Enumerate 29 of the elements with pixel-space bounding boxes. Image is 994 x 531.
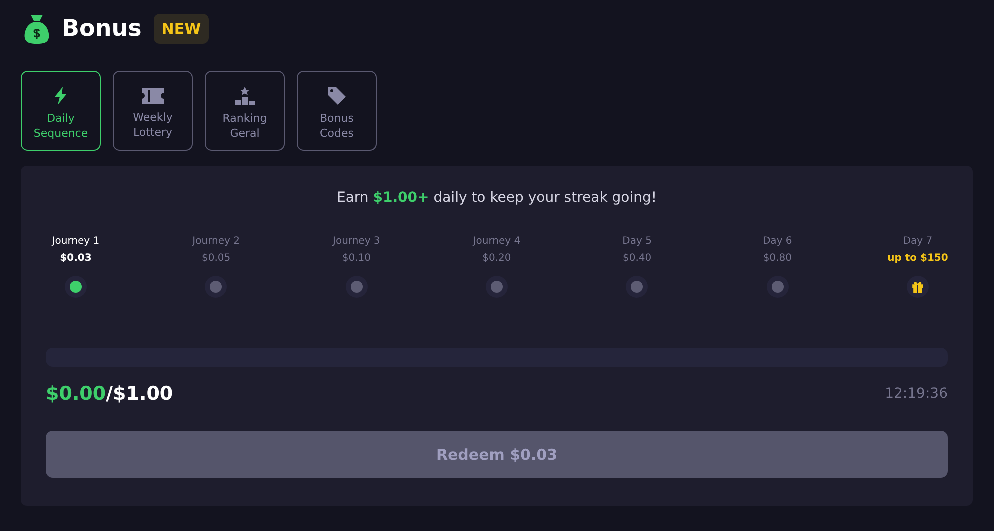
podium-icon bbox=[235, 87, 255, 105]
step-amount: $0.10 bbox=[342, 253, 371, 264]
step-label: Day 7 bbox=[903, 236, 933, 247]
step-label: Journey 2 bbox=[192, 236, 240, 247]
step-label: Day 6 bbox=[762, 236, 792, 247]
step-label: Journey 3 bbox=[333, 236, 380, 247]
new-badge: NEW bbox=[154, 14, 210, 44]
page-title: Bonus bbox=[62, 16, 142, 42]
goal-amount: /$1.00 bbox=[106, 383, 174, 405]
lightning-icon bbox=[54, 87, 68, 105]
step-amount: $0.40 bbox=[622, 253, 652, 264]
countdown-timer: 12:19:36 bbox=[885, 386, 948, 402]
streak-headline: Earn $1.00+ daily to keep your streak going! bbox=[336, 190, 658, 206]
step-amount: $0.03 bbox=[60, 253, 92, 264]
step-amount: up to $150 bbox=[888, 253, 948, 264]
step-amount: $0.05 bbox=[202, 253, 231, 264]
step-amount: $0.80 bbox=[763, 253, 792, 264]
step-label: Day 5 bbox=[622, 236, 652, 247]
ticket-icon bbox=[142, 88, 164, 104]
tab[interactable]: Bonus Codes bbox=[297, 71, 377, 151]
tab[interactable]: Weekly Lottery bbox=[113, 71, 193, 151]
tag-icon bbox=[328, 87, 346, 105]
tab[interactable]: Daily Sequence bbox=[21, 71, 101, 151]
tab[interactable]: Ranking Geral bbox=[205, 71, 285, 151]
step-amount: $0.20 bbox=[482, 253, 512, 264]
step-label: Journey 4 bbox=[473, 236, 521, 247]
earned-amount: $0.00 bbox=[46, 383, 106, 405]
money-bag-icon bbox=[24, 13, 50, 45]
step-label: Journey 1 bbox=[52, 236, 100, 247]
